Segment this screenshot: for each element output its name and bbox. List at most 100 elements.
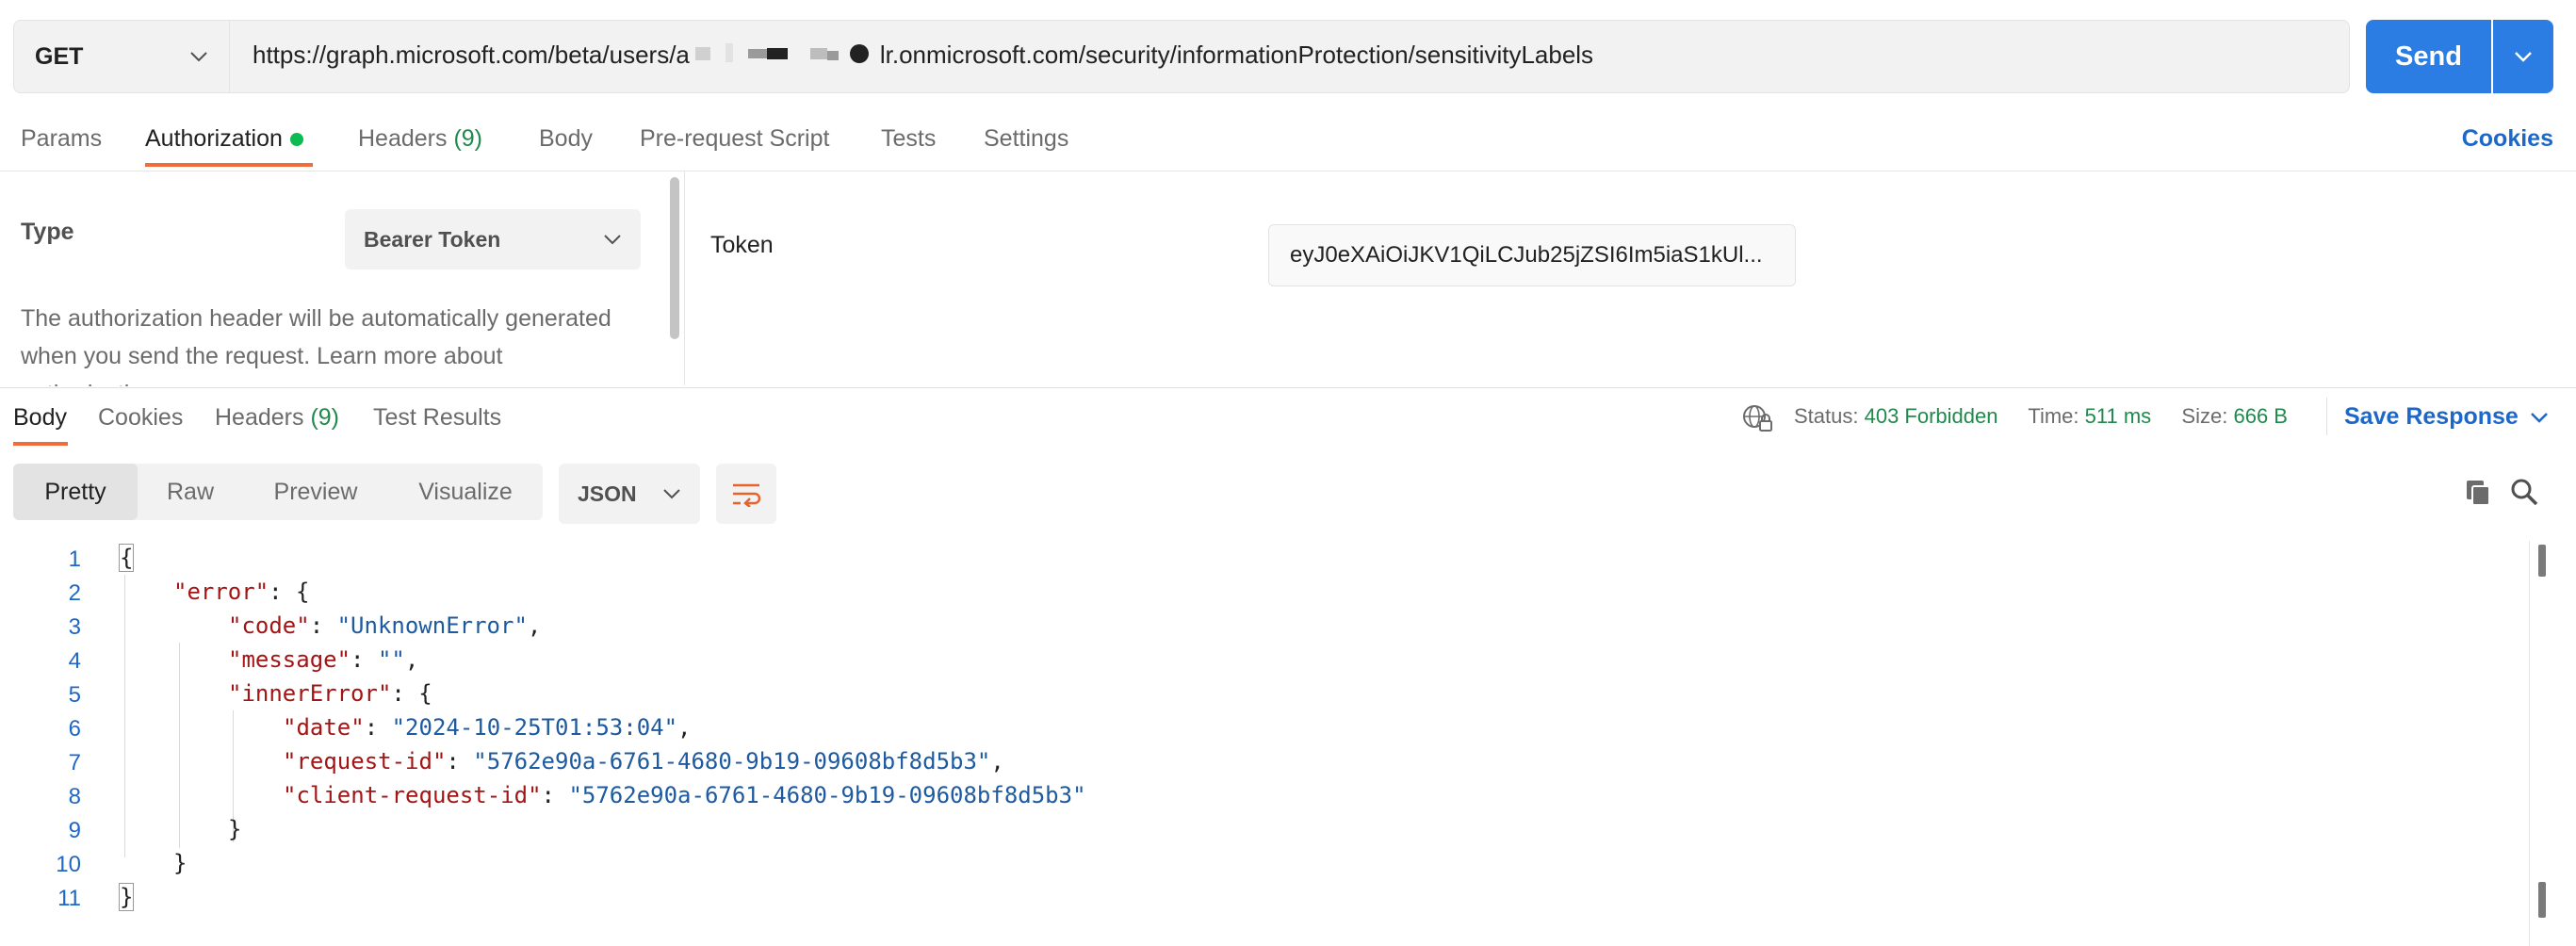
auth-scrollbar[interactable] xyxy=(670,177,679,339)
json-value: "UnknownError" xyxy=(336,612,528,639)
line-number: 2 xyxy=(68,580,81,606)
method-label: GET xyxy=(35,42,84,70)
line-number: 4 xyxy=(68,648,81,674)
json-value: "5762e90a-6761-4680-9b19-09608bf8d5b3" xyxy=(473,748,991,775)
redacted-segment xyxy=(692,41,878,73)
tab-tests[interactable]: Tests xyxy=(881,125,936,153)
response-tab-cookies[interactable]: Cookies xyxy=(98,404,183,432)
json-punct: , xyxy=(527,612,542,639)
json-punct: } xyxy=(228,816,242,842)
save-response-button[interactable]: Save Response xyxy=(2344,403,2549,431)
panel-divider[interactable] xyxy=(684,171,685,385)
json-punct: , xyxy=(677,714,692,741)
json-key: "innerError" xyxy=(228,680,392,707)
status-value[interactable]: 403 Forbidden xyxy=(1865,404,1998,428)
tab-settings[interactable]: Settings xyxy=(984,125,1068,153)
json-punct: } xyxy=(173,850,187,876)
json-punct: : { xyxy=(391,680,432,707)
wrap-lines-icon xyxy=(733,483,761,507)
tab-headers[interactable]: Headers (9) xyxy=(358,125,482,153)
chevron-down-icon xyxy=(604,235,621,245)
view-mode-preview[interactable]: Preview xyxy=(243,464,388,520)
size-value[interactable]: 666 B xyxy=(2233,404,2288,428)
json-value: "5762e90a-6761-4680-9b19-09608bf8d5b3" xyxy=(568,782,1086,808)
code-line: "error": { xyxy=(173,579,310,605)
active-tab-underline xyxy=(13,442,68,446)
size-label: Size: xyxy=(2181,404,2228,428)
url-suffix: lr.onmicrosoft.com/security/informationP… xyxy=(879,41,1594,70)
globe-lock-icon[interactable] xyxy=(1741,403,1773,438)
code-line: "code": "UnknownError", xyxy=(228,612,541,639)
code-scrollbar-bottom[interactable] xyxy=(2538,882,2546,918)
brace: { xyxy=(119,544,135,572)
json-punct: : xyxy=(364,714,392,741)
json-punct: : xyxy=(351,646,378,673)
json-key: "message" xyxy=(228,646,351,673)
code-line: "innerError": { xyxy=(228,680,432,707)
divider[interactable] xyxy=(0,387,2576,388)
code-line: "message": "", xyxy=(228,646,418,673)
code-line: "request-id": "5762e90a-6761-4680-9b19-0… xyxy=(283,748,1004,775)
active-tab-underline xyxy=(145,163,313,167)
json-key: "date" xyxy=(283,714,365,741)
code-line: "client-request-id": "5762e90a-6761-4680… xyxy=(283,782,1086,808)
auth-description: The authorization header will be automat… xyxy=(21,305,611,386)
chevron-down-icon xyxy=(190,52,207,62)
code-scrollbar[interactable] xyxy=(2538,545,2546,577)
json-key: "request-id" xyxy=(283,748,447,775)
response-tab-headers[interactable]: Headers (9) xyxy=(215,404,339,432)
json-key: "client-request-id" xyxy=(283,782,542,808)
active-indicator-dot xyxy=(289,133,303,147)
line-number: 1 xyxy=(68,546,81,572)
view-mode-visualize[interactable]: Visualize xyxy=(388,464,543,520)
line-number: 9 xyxy=(68,818,81,843)
json-punct: , xyxy=(990,748,1004,775)
auth-type-label: Type xyxy=(21,219,74,245)
line-number: 10 xyxy=(56,852,81,877)
wrap-lines-button[interactable] xyxy=(716,464,776,524)
json-value: "" xyxy=(377,646,405,673)
json-punct: : xyxy=(541,782,569,808)
time-value[interactable]: 511 ms xyxy=(2085,404,2152,428)
tab-headers-label: Headers xyxy=(358,125,448,152)
auth-type-select[interactable]: Bearer Token xyxy=(345,209,641,269)
status-readout: Status: 403 Forbidden Time: 511 ms Size:… xyxy=(1794,404,2288,429)
tab-pre-request-script[interactable]: Pre-request Script xyxy=(640,125,829,153)
copy-icon[interactable] xyxy=(2463,477,2493,512)
send-options-button[interactable] xyxy=(2493,20,2553,93)
send-button[interactable]: Send xyxy=(2366,20,2491,93)
url-prefix: https://graph.microsoft.com/beta/users/a xyxy=(253,41,690,70)
cookies-link[interactable]: Cookies xyxy=(2462,125,2553,153)
method-select[interactable]: GET xyxy=(13,20,230,93)
time-label: Time: xyxy=(2028,404,2079,428)
search-icon[interactable] xyxy=(2509,477,2539,512)
code-scroll-track[interactable] xyxy=(2529,541,2530,946)
response-tab-body[interactable]: Body xyxy=(13,404,67,432)
tab-body[interactable]: Body xyxy=(539,125,593,153)
save-response-label: Save Response xyxy=(2344,403,2519,430)
tab-params[interactable]: Params xyxy=(21,125,102,153)
response-tab-test-results[interactable]: Test Results xyxy=(373,404,501,432)
line-number: 7 xyxy=(68,750,81,775)
view-mode-pretty[interactable]: Pretty xyxy=(13,464,138,520)
token-value: eyJ0eXAiOiJKV1QiLCJub25jZSI6Im5iaS1kUl..… xyxy=(1290,242,1763,268)
code-line: "date": "2024-10-25T01:53:04", xyxy=(283,714,692,741)
code-line: } xyxy=(228,816,241,842)
json-key: "error" xyxy=(173,579,269,605)
divider xyxy=(2326,398,2327,435)
chevron-down-icon xyxy=(2530,412,2548,423)
code-line: } xyxy=(173,850,187,876)
json-value: "2024-10-25T01:53:04" xyxy=(391,714,678,741)
line-number: 11 xyxy=(57,886,81,911)
token-input[interactable]: eyJ0eXAiOiJKV1QiLCJub25jZSI6Im5iaS1kUl..… xyxy=(1268,224,1796,286)
auth-type-value: Bearer Token xyxy=(364,226,501,252)
tab-authorization[interactable]: Authorization xyxy=(145,125,303,153)
format-select[interactable]: JSON xyxy=(559,464,700,524)
indent-guide xyxy=(179,643,180,848)
chevron-down-icon xyxy=(663,489,680,499)
view-mode-raw[interactable]: Raw xyxy=(138,464,243,520)
url-input[interactable]: https://graph.microsoft.com/beta/users/a… xyxy=(230,20,2350,93)
json-punct: : { xyxy=(269,579,310,605)
line-number: 8 xyxy=(68,784,81,809)
status-label: Status: xyxy=(1794,404,1859,428)
